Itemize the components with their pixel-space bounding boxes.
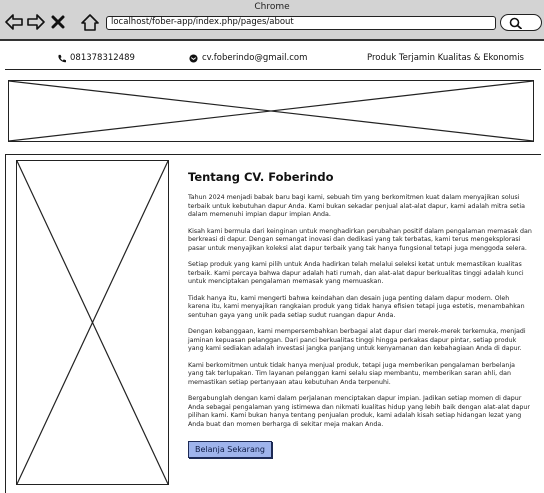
arrow-left-icon [5,14,23,30]
home-icon [81,13,99,31]
phone-number: 081378312489 [70,53,135,63]
image-placeholder-icon [9,81,533,141]
tagline: Produk Terjamin Kualitas & Ekonomis [367,53,524,63]
arrow-right-icon [27,14,45,30]
banner-image-placeholder [8,80,534,142]
about-paragraph: Bergabunglah dengan kami dalam perjalana… [188,395,530,428]
phone-icon [58,54,66,62]
about-paragraph: Dengan kebanggaan, kami mempersembahkan … [188,328,526,352]
tagline-text: Produk Terjamin Kualitas & Ekonomis [367,53,524,63]
search-button[interactable] [500,14,542,31]
forward-button[interactable] [26,12,46,32]
window-title: Chrome [254,2,290,12]
contact-email[interactable]: cv.foberindo@gmail.com [189,53,307,63]
contact-bar: 081378312489 cv.foberindo@gmail.com Prod… [5,48,541,70]
close-icon [51,15,65,29]
about-paragraph: Kisah kami bermula dari keinginan untuk … [188,227,532,252]
home-button[interactable] [80,12,100,32]
email-address: cv.foberindo@gmail.com [202,53,308,63]
page-title: Tentang CV. Foberindo [188,170,334,184]
stop-button[interactable] [49,12,67,32]
about-paragraph: Setiap produk yang kami pilih untuk Anda… [188,261,524,285]
image-placeholder-icon [17,161,168,484]
browser-chrome: Chrome localhost/fober-app/index.php/pag… [0,0,544,41]
about-paragraph: Kami berkomitmen untuk tidak hanya menju… [188,361,515,386]
contact-phone[interactable]: 081378312489 [57,53,135,63]
address-bar[interactable]: localhost/fober-app/index.php/pages/abou… [106,16,496,30]
about-paragraph: Tahun 2024 menjadi babak baru bagi kami,… [188,194,526,218]
about-paragraph: Tidak hanya itu, kami mengerti bahwa kei… [188,294,525,319]
shop-now-button[interactable]: Belanja Sekarang [188,441,273,458]
about-content: Tentang CV. Foberindo Tahun 2024 menjadi… [188,170,532,458]
search-icon [509,17,522,29]
back-button[interactable] [4,12,24,32]
about-image-placeholder [16,160,169,485]
email-icon [189,53,198,63]
